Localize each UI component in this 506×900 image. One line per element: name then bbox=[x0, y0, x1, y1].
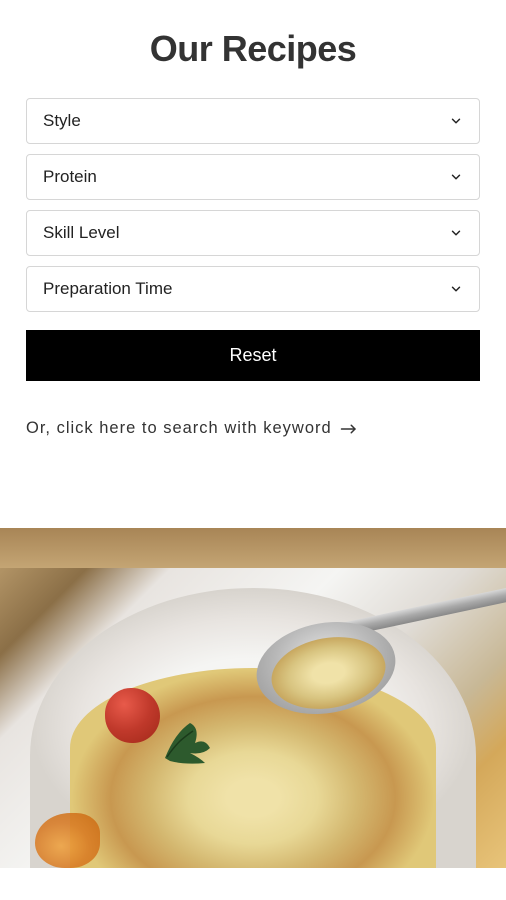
style-dropdown[interactable]: Style bbox=[26, 98, 480, 144]
recipe-image bbox=[0, 528, 506, 868]
reset-button[interactable]: Reset bbox=[26, 330, 480, 381]
preparation-time-dropdown[interactable]: Preparation Time bbox=[26, 266, 480, 312]
arrow-right-icon bbox=[340, 423, 358, 435]
dropdown-label: Style bbox=[43, 111, 81, 131]
search-link-text: Or, click here to search with keyword bbox=[26, 419, 332, 438]
search-keyword-link[interactable]: Or, click here to search with keyword bbox=[26, 419, 480, 438]
dropdown-label: Protein bbox=[43, 167, 97, 187]
skill-level-dropdown[interactable]: Skill Level bbox=[26, 210, 480, 256]
chevron-down-icon bbox=[449, 226, 463, 240]
chevron-down-icon bbox=[449, 282, 463, 296]
page-title: Our Recipes bbox=[26, 28, 480, 70]
protein-dropdown[interactable]: Protein bbox=[26, 154, 480, 200]
dropdown-label: Preparation Time bbox=[43, 279, 172, 299]
chevron-down-icon bbox=[449, 114, 463, 128]
chevron-down-icon bbox=[449, 170, 463, 184]
dropdown-label: Skill Level bbox=[43, 223, 120, 243]
